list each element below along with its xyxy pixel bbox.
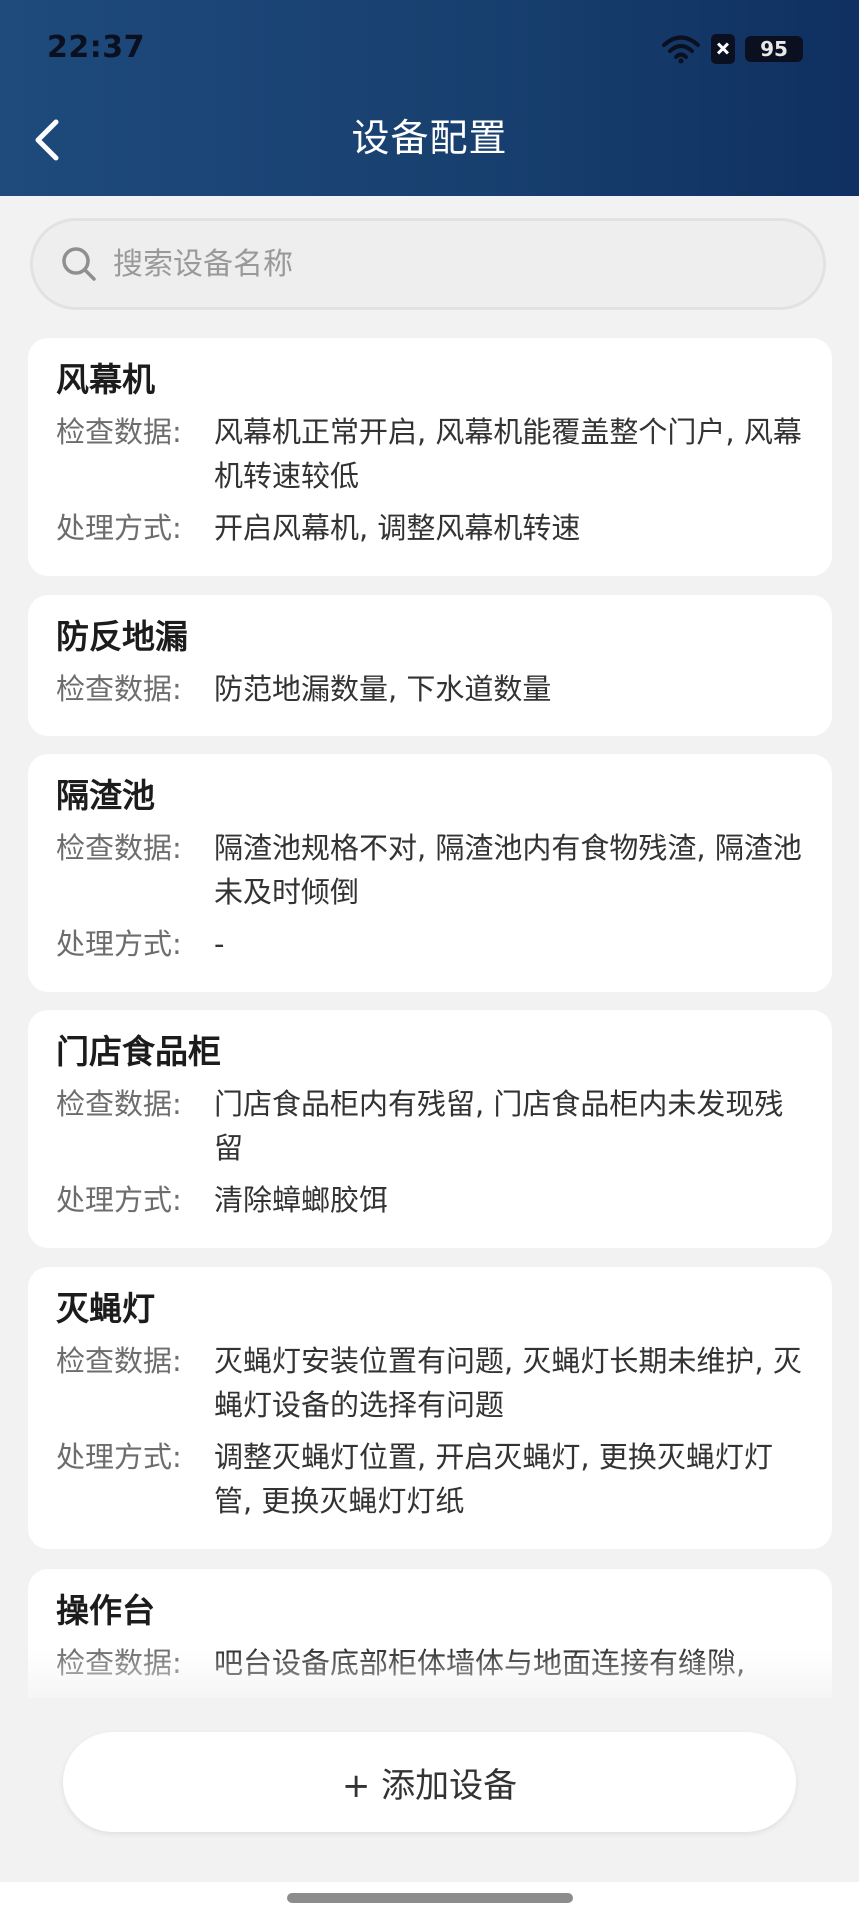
device-name: 门店食品柜 bbox=[56, 1032, 221, 1071]
check-data-row: 检查数据: 灭蝇灯安装位置有问题, 灭蝇灯长期未维护, 灭蝇灯设备的选择有问题 bbox=[56, 1339, 804, 1427]
handling-value: 调整灭蝇灯位置, 开启灭蝇灯, 更换灭蝇灯灯管, 更换灭蝇灯灯纸 bbox=[214, 1440, 773, 1518]
battery-indicator: 95 bbox=[745, 36, 803, 62]
wifi-icon bbox=[661, 34, 701, 64]
device-card[interactable]: 隔渣池 检查数据: 隔渣池规格不对, 隔渣池内有食物残渣, 隔渣池未及时倾倒 处… bbox=[28, 754, 832, 992]
check-data-label: 检查数据: bbox=[56, 415, 182, 449]
device-name: 风幕机 bbox=[56, 360, 155, 399]
handling-value: - bbox=[214, 927, 225, 961]
check-data-label: 检查数据: bbox=[56, 1344, 182, 1378]
check-data-value: 门店食品柜内有残留, 门店食品柜内未发现残留 bbox=[214, 1087, 784, 1165]
search-bar[interactable] bbox=[30, 218, 826, 310]
check-data-value: 风幕机正常开启, 风幕机能覆盖整个门户, 风幕机转速较低 bbox=[214, 415, 802, 493]
handling-label: 处理方式: bbox=[56, 1440, 182, 1474]
check-data-value: 防范地漏数量, 下水道数量 bbox=[214, 672, 552, 706]
device-card[interactable]: 门店食品柜 检查数据: 门店食品柜内有残留, 门店食品柜内未发现残留 处理方式:… bbox=[28, 1010, 832, 1248]
home-indicator[interactable] bbox=[287, 1893, 573, 1903]
device-name: 灭蝇灯 bbox=[56, 1289, 155, 1328]
page-title: 设备配置 bbox=[351, 116, 508, 160]
handling-label: 处理方式: bbox=[56, 927, 182, 961]
handling-row: 处理方式: 开启风幕机, 调整风幕机转速 bbox=[56, 506, 804, 550]
search-icon bbox=[59, 244, 99, 284]
handling-row: 处理方式: - bbox=[56, 922, 804, 966]
check-data-value: 灭蝇灯安装位置有问题, 灭蝇灯长期未维护, 灭蝇灯设备的选择有问题 bbox=[214, 1344, 802, 1422]
check-data-row: 检查数据: 门店食品柜内有残留, 门店食品柜内未发现残留 bbox=[56, 1082, 804, 1170]
status-icons: 95 bbox=[661, 32, 803, 66]
handling-value: 清除蟑螂胶饵 bbox=[214, 1183, 389, 1217]
check-data-label: 检查数据: bbox=[56, 672, 182, 706]
device-list[interactable]: 风幕机 检查数据: 风幕机正常开启, 风幕机能覆盖整个门户, 风幕机转速较低 处… bbox=[0, 338, 859, 1698]
add-device-button[interactable]: + 添加设备 bbox=[63, 1732, 796, 1832]
check-data-row: 检查数据: 防范地漏数量, 下水道数量 bbox=[56, 667, 804, 711]
handling-row: 处理方式: 清除蟑螂胶饵 bbox=[56, 1178, 804, 1222]
check-data-label: 检查数据: bbox=[56, 1087, 182, 1121]
handling-value: 开启风幕机, 调整风幕机转速 bbox=[214, 511, 581, 545]
status-time: 22:37 bbox=[47, 30, 145, 65]
check-data-label: 检查数据: bbox=[56, 831, 182, 865]
device-card[interactable]: 灭蝇灯 检查数据: 灭蝇灯安装位置有问题, 灭蝇灯长期未维护, 灭蝇灯设备的选择… bbox=[28, 1267, 832, 1549]
handling-label: 处理方式: bbox=[56, 511, 182, 545]
device-card[interactable]: 防反地漏 检查数据: 防范地漏数量, 下水道数量 bbox=[28, 595, 832, 736]
check-data-value: 隔渣池规格不对, 隔渣池内有食物残渣, 隔渣池未及时倾倒 bbox=[214, 831, 802, 909]
handling-label: 处理方式: bbox=[56, 1183, 182, 1217]
device-name: 隔渣池 bbox=[56, 776, 155, 815]
device-name: 操作台 bbox=[56, 1591, 155, 1630]
device-card[interactable]: 风幕机 检查数据: 风幕机正常开启, 风幕机能覆盖整个门户, 风幕机转速较低 处… bbox=[28, 338, 832, 576]
check-data-row: 检查数据: 风幕机正常开启, 风幕机能覆盖整个门户, 风幕机转速较低 bbox=[56, 410, 804, 498]
header-bar: 22:37 95 设备配置 bbox=[0, 0, 859, 196]
notification-muted-icon bbox=[711, 34, 735, 64]
search-input[interactable] bbox=[113, 234, 823, 294]
device-name: 防反地漏 bbox=[56, 617, 188, 656]
check-data-row: 检查数据: 隔渣池规格不对, 隔渣池内有食物残渣, 隔渣池未及时倾倒 bbox=[56, 826, 804, 914]
handling-row: 处理方式: 调整灭蝇灯位置, 开启灭蝇灯, 更换灭蝇灯灯管, 更换灭蝇灯灯纸 bbox=[56, 1435, 804, 1523]
